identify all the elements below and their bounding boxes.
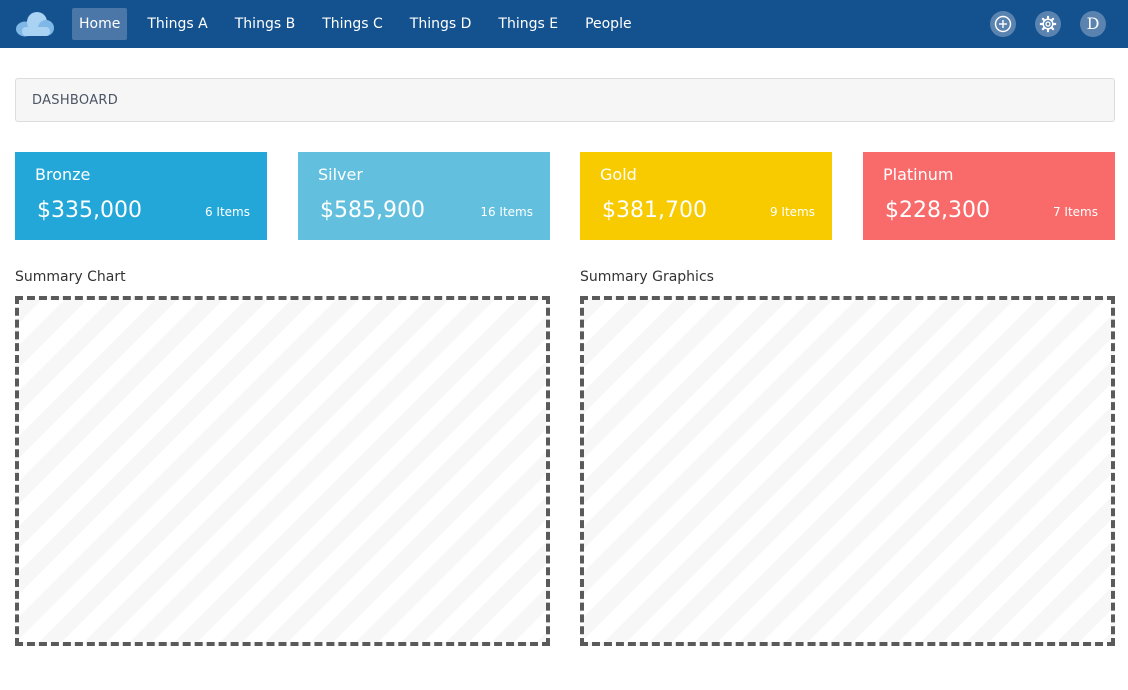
top-navbar: Home Things A Things B Things C Things D… xyxy=(0,0,1128,48)
breadcrumb-label: DASHBOARD xyxy=(32,93,119,108)
gear-icon xyxy=(1039,15,1057,33)
nav-item-things-e[interactable]: Things E xyxy=(491,8,565,40)
card-silver[interactable]: Silver $585,900 16 Items xyxy=(298,152,550,240)
card-value: $228,300 xyxy=(885,198,990,223)
card-count: 7 Items xyxy=(1052,205,1098,219)
card-gold[interactable]: Gold $381,700 9 Items xyxy=(580,152,832,240)
cloud-logo-icon[interactable] xyxy=(13,8,59,40)
nav-item-people[interactable]: People xyxy=(578,8,639,40)
card-value: $335,000 xyxy=(37,198,142,223)
card-title: Silver xyxy=(318,165,363,184)
user-avatar-button[interactable]: D xyxy=(1080,11,1106,37)
summary-chart-placeholder xyxy=(15,296,550,646)
card-value: $381,700 xyxy=(602,198,707,223)
card-count: 6 Items xyxy=(204,205,250,219)
card-title: Platinum xyxy=(883,165,954,184)
settings-button[interactable] xyxy=(1035,11,1061,37)
nav-item-things-d[interactable]: Things D xyxy=(403,8,479,40)
summary-chart-title: Summary Chart xyxy=(15,269,126,285)
card-count: 9 Items xyxy=(769,205,815,219)
add-button[interactable] xyxy=(990,11,1016,37)
card-title: Gold xyxy=(600,165,637,184)
nav-item-things-a[interactable]: Things A xyxy=(140,8,214,40)
card-bronze[interactable]: Bronze $335,000 6 Items xyxy=(15,152,267,240)
nav-actions: D xyxy=(971,11,1106,37)
main-nav: Home Things A Things B Things C Things D… xyxy=(72,8,652,40)
nav-item-things-c[interactable]: Things C xyxy=(315,8,390,40)
card-value: $585,900 xyxy=(320,198,425,223)
card-title: Bronze xyxy=(35,165,91,184)
nav-item-things-b[interactable]: Things B xyxy=(228,8,302,40)
summary-graphics-placeholder xyxy=(580,296,1115,646)
summary-graphics-title: Summary Graphics xyxy=(580,269,714,285)
breadcrumb: DASHBOARD xyxy=(15,78,1115,122)
plus-circle-icon xyxy=(994,15,1012,33)
avatar-initial: D xyxy=(1086,14,1100,33)
nav-item-home[interactable]: Home xyxy=(72,8,128,40)
card-platinum[interactable]: Platinum $228,300 7 Items xyxy=(863,152,1115,240)
card-count: 16 Items xyxy=(480,205,533,219)
